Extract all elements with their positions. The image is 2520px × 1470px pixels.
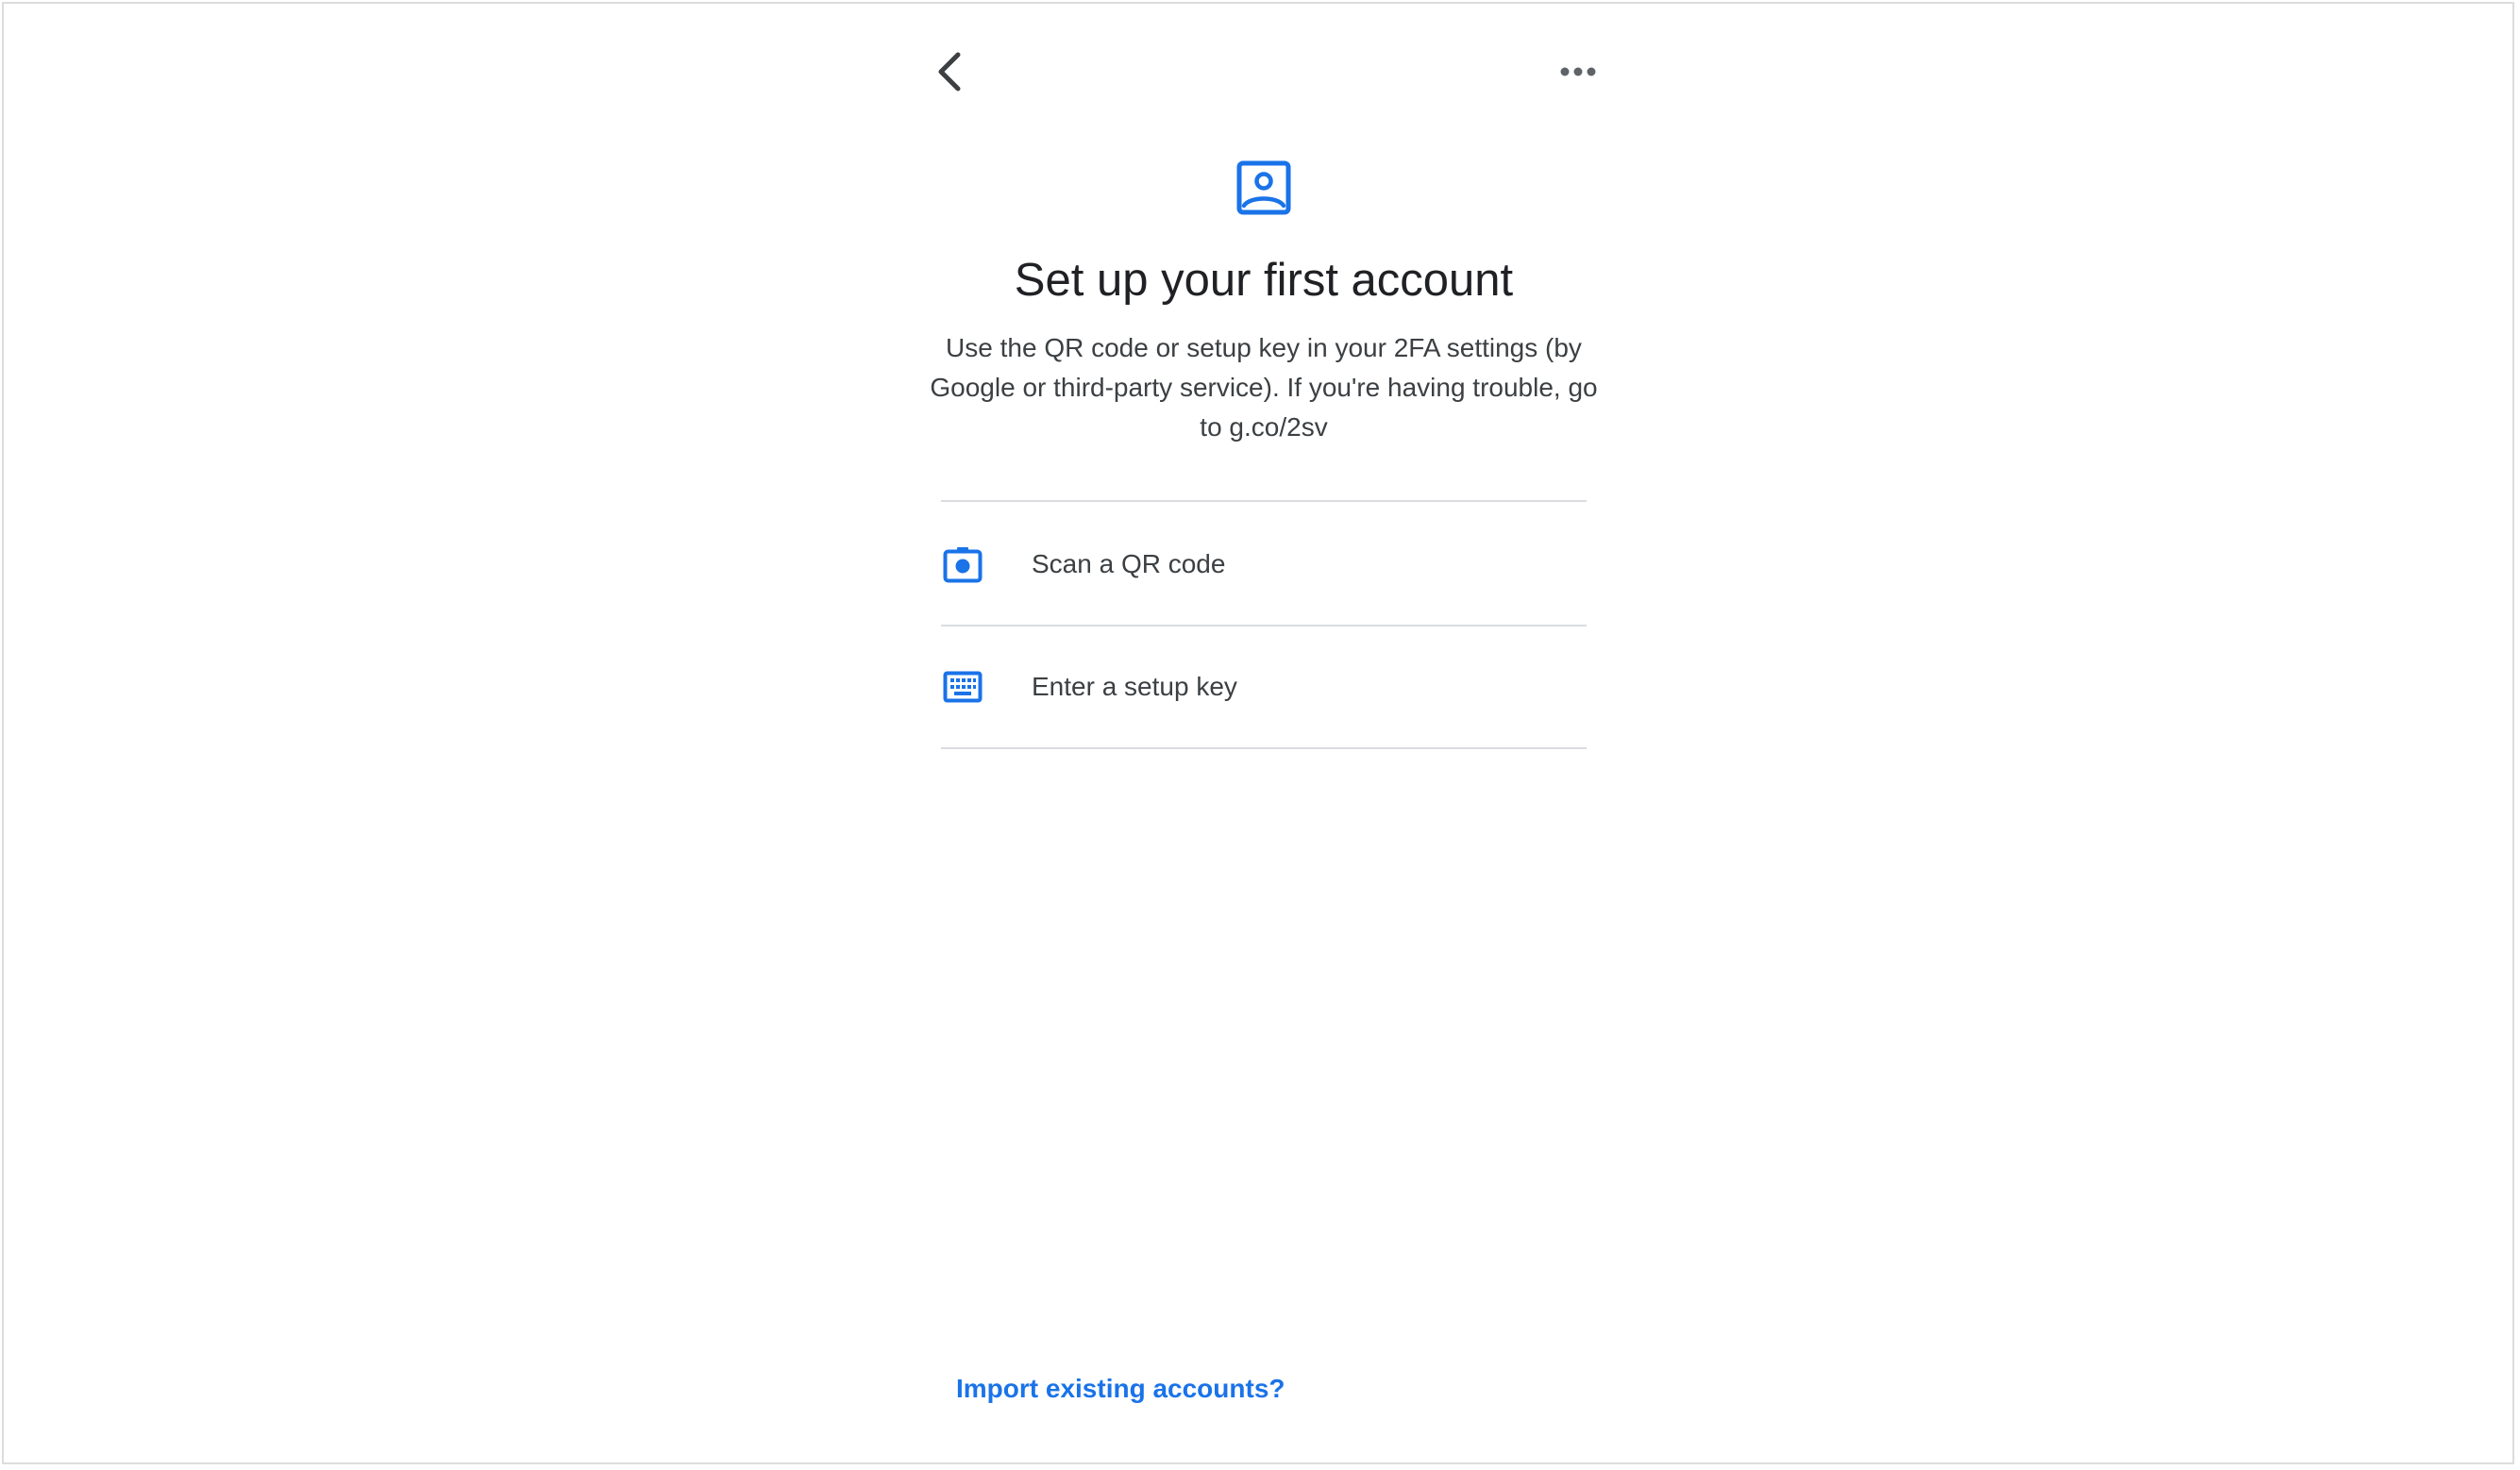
option-label: Scan a QR code: [1032, 549, 1226, 578]
account-box-icon: [1236, 160, 1291, 215]
back-button[interactable]: [927, 43, 972, 100]
option-label: Enter a setup key: [1032, 672, 1237, 701]
page-title: Set up your first account: [1014, 255, 1514, 306]
camera-icon: [943, 547, 983, 583]
page-description: Use the QR code or setup key in your 2FA…: [930, 333, 1598, 442]
scan-qr-code-option[interactable]: Scan a QR code: [941, 504, 1587, 625]
divider: [941, 747, 1587, 749]
enter-setup-key-option[interactable]: Enter a setup key: [941, 626, 1587, 747]
keyboard-icon: [943, 671, 983, 703]
divider: [941, 500, 1587, 502]
app-window: Set up your first account Use the QR cod…: [2, 2, 2514, 1464]
more-options-button[interactable]: [1552, 53, 1604, 91]
chevron-left-icon: [938, 52, 961, 92]
import-existing-accounts-link[interactable]: Import existing accounts?: [956, 1368, 1285, 1410]
more-horizontal-icon: [1560, 67, 1596, 76]
